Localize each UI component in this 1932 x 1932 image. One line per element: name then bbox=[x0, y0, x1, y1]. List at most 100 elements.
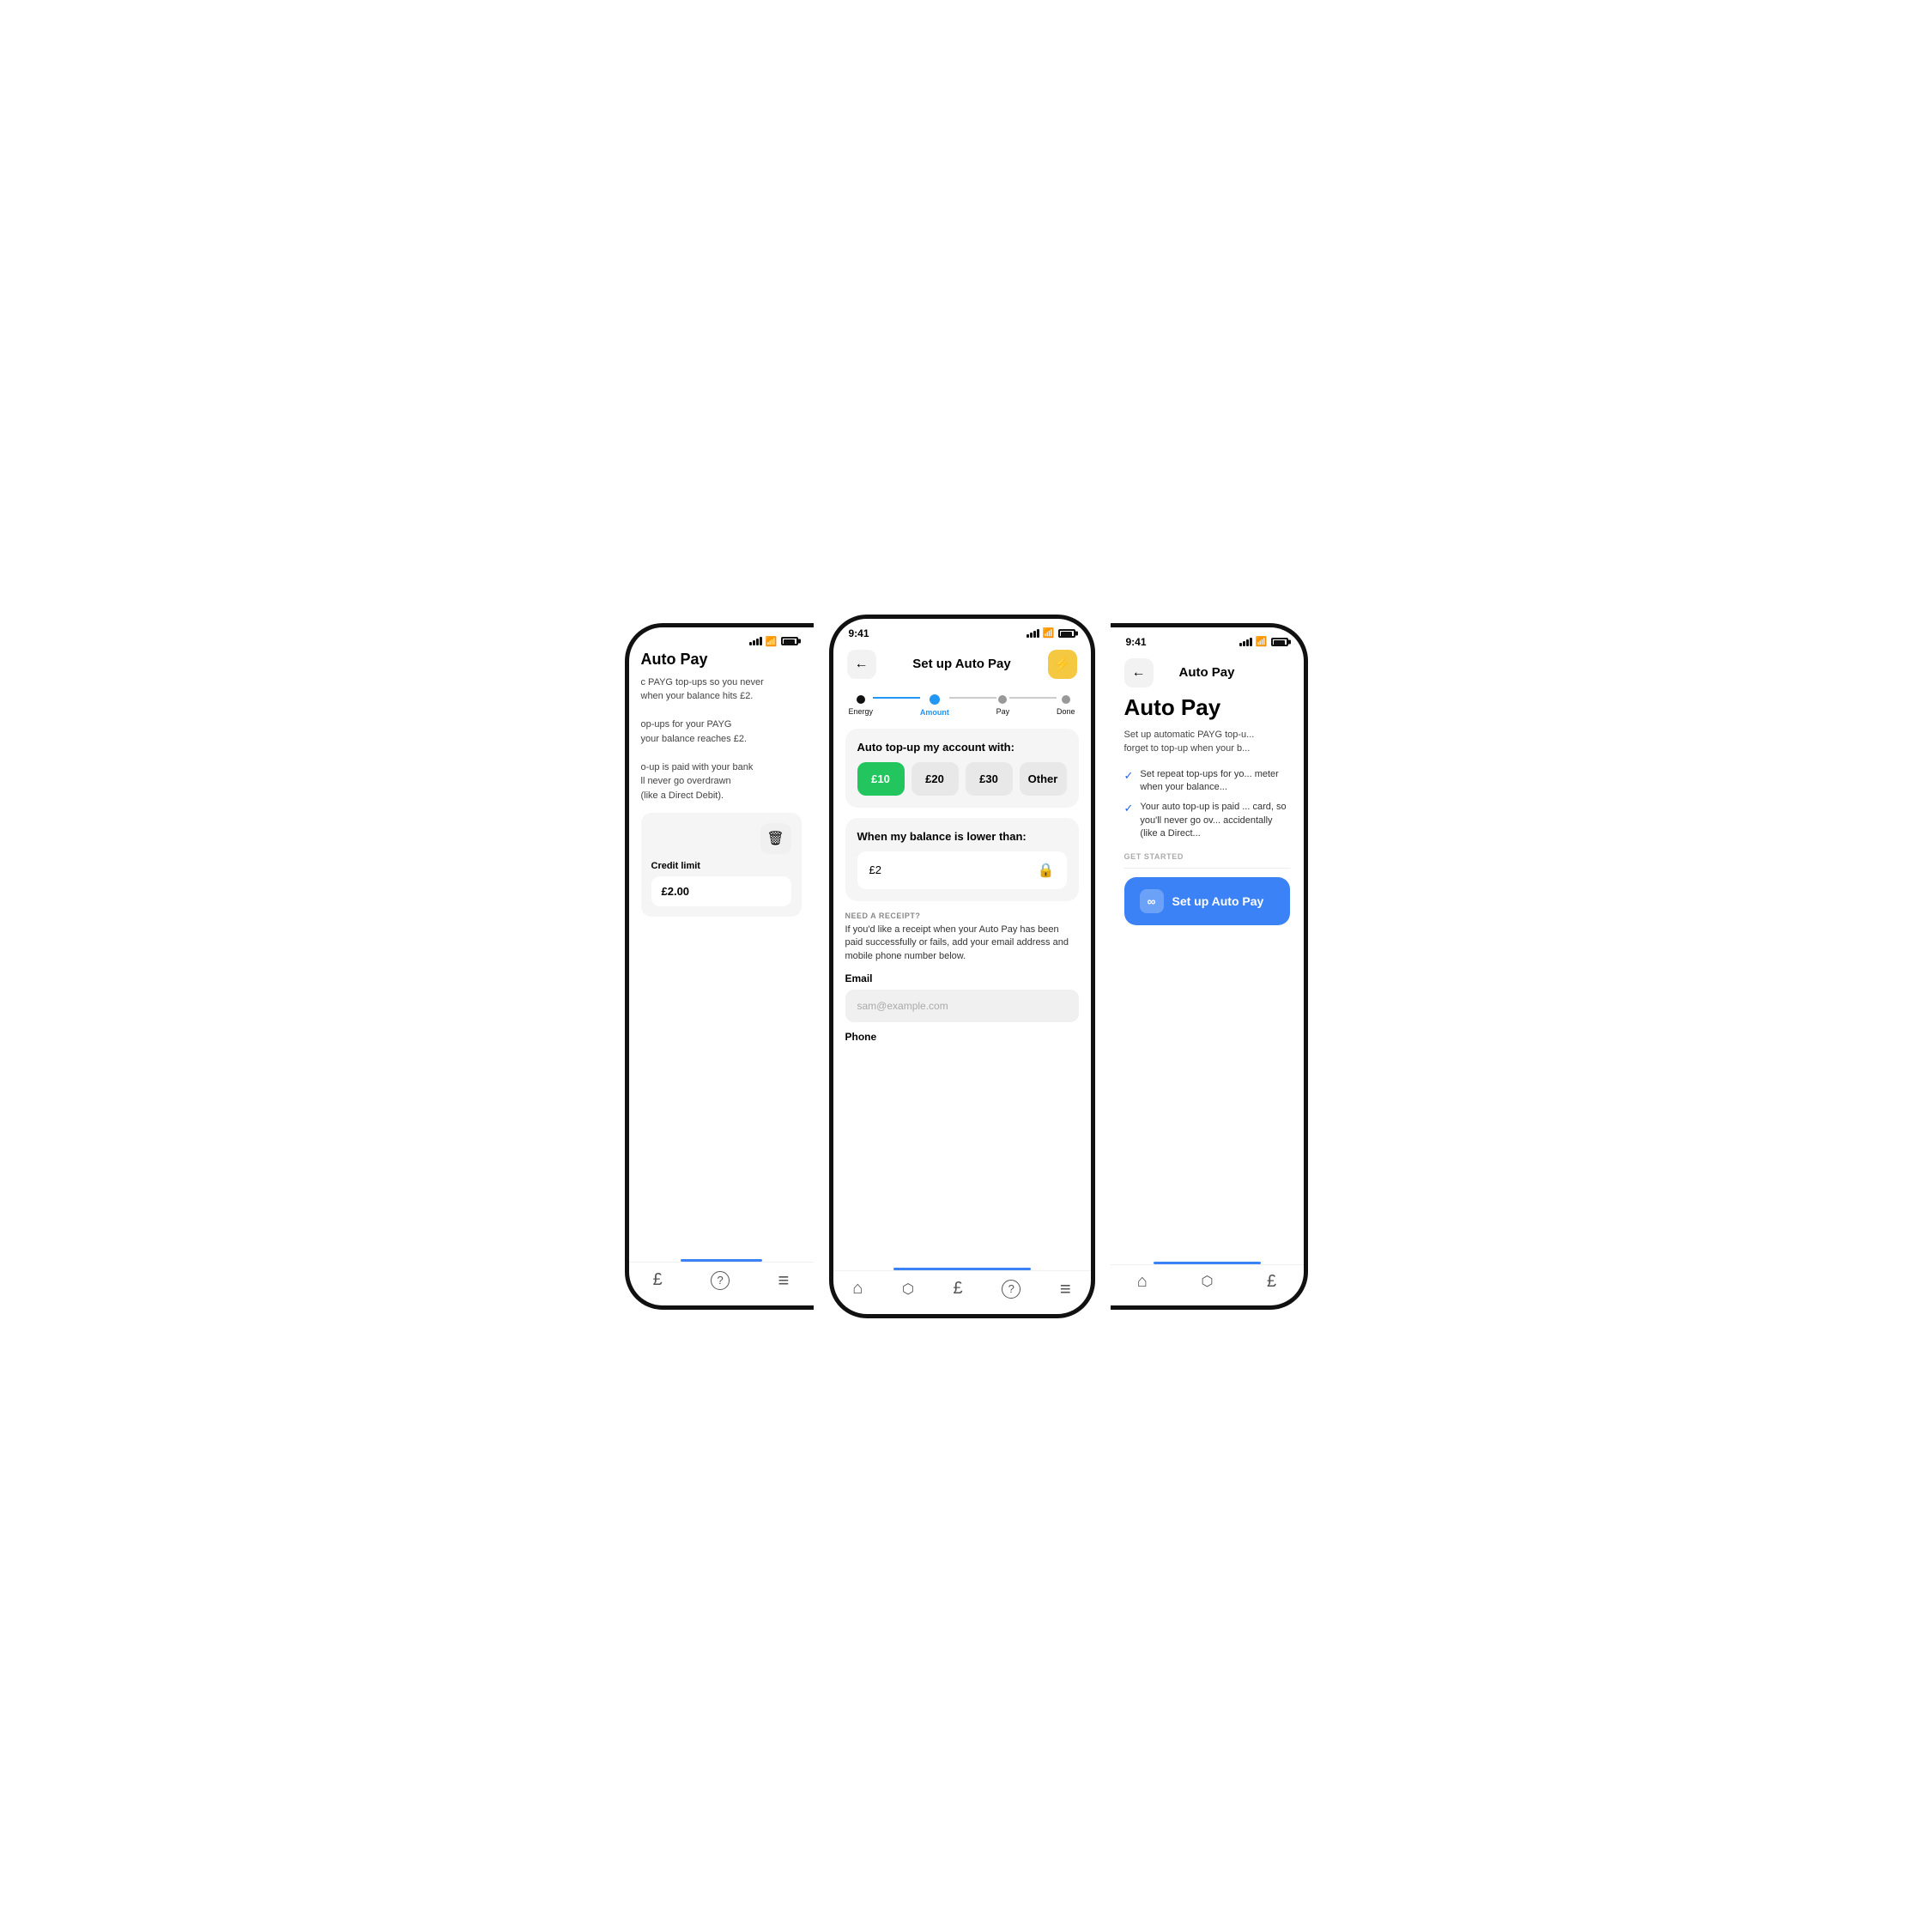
email-label: Email bbox=[845, 972, 1079, 984]
time-center: 9:41 bbox=[849, 627, 869, 639]
delete-button[interactable]: 🗑 bbox=[760, 823, 791, 854]
phone-right: 9:41 📶 ← Auto Pay Auto Pay Set up automa… bbox=[1111, 623, 1308, 1310]
divider-right bbox=[1124, 868, 1290, 869]
phone-label: Phone bbox=[845, 1031, 1079, 1043]
battery-icon-center bbox=[1058, 629, 1075, 638]
nav-pound-left[interactable]: £ bbox=[653, 1270, 663, 1290]
time-right: 9:41 bbox=[1126, 636, 1147, 648]
step-amount: Amount bbox=[920, 694, 949, 717]
receipt-label: NEED A RECEIPT? bbox=[845, 911, 1079, 920]
nav-header-center: ← Set up Auto Pay ⚡ bbox=[833, 643, 1091, 686]
wifi-icon-left: 📶 bbox=[766, 636, 778, 647]
left-description: c PAYG top-ups so you neverwhen your bal… bbox=[641, 675, 802, 803]
battery-icon-left bbox=[781, 637, 798, 645]
status-icons-right: 📶 bbox=[1239, 636, 1288, 647]
nav-network-center[interactable]: ⬡ bbox=[902, 1281, 914, 1298]
right-nav-title: Auto Pay bbox=[1178, 665, 1234, 680]
right-description: Set up automatic PAYG top-u...forget to … bbox=[1124, 728, 1290, 756]
center-nav-title: Set up Auto Pay bbox=[912, 657, 1010, 671]
left-content: Auto Pay c PAYG top-ups so you neverwhen… bbox=[629, 651, 814, 1259]
credit-limit-value: £2.00 bbox=[651, 876, 791, 906]
left-section: 🗑 Credit limit £2.00 bbox=[641, 813, 802, 917]
status-bar-right: 9:41 📶 bbox=[1111, 627, 1304, 651]
signal-icon-right bbox=[1239, 638, 1252, 646]
lightning-icon-center: ⚡ bbox=[1054, 656, 1071, 673]
nav-pound-center[interactable]: £ bbox=[954, 1279, 963, 1299]
get-started-label: GET STARTED bbox=[1124, 852, 1290, 861]
step-dot-done bbox=[1062, 695, 1070, 704]
signal-icon-left bbox=[749, 637, 762, 645]
credit-limit-label: Credit limit bbox=[651, 861, 791, 871]
status-bar-center: 9:41 📶 bbox=[833, 619, 1091, 643]
infinity-icon: ∞ bbox=[1140, 889, 1164, 913]
bottom-nav-center: ⌂ ⬡ £ ? ≡ bbox=[833, 1270, 1091, 1314]
phone-center: 9:41 📶 ← Set up Auto Pay ⚡ Energy bbox=[829, 615, 1095, 1318]
balance-title: When my balance is lower than: bbox=[857, 830, 1067, 843]
nav-menu-left[interactable]: ≡ bbox=[778, 1269, 789, 1292]
step-label-done: Done bbox=[1057, 707, 1075, 716]
email-placeholder: sam@example.com bbox=[857, 1000, 948, 1012]
step-dot-amount bbox=[930, 694, 940, 705]
balance-card: When my balance is lower than: £2 🔒 bbox=[845, 818, 1079, 901]
center-content: Auto top-up my account with: £10 £20 £30… bbox=[833, 720, 1091, 1268]
check-text-1: Set repeat top-ups for yo... meter when … bbox=[1140, 768, 1289, 795]
amount-card-title: Auto top-up my account with: bbox=[857, 741, 1067, 754]
amount-options: £10 £20 £30 Other bbox=[857, 762, 1067, 796]
receipt-description: If you'd like a receipt when your Auto P… bbox=[845, 924, 1079, 965]
step-label-amount: Amount bbox=[920, 708, 949, 717]
balance-value: £2 bbox=[869, 863, 881, 876]
step-energy: Energy bbox=[849, 695, 874, 716]
step-dot-pay bbox=[998, 695, 1007, 704]
back-button-center[interactable]: ← bbox=[847, 650, 876, 679]
check-icon-2: ✓ bbox=[1124, 801, 1134, 840]
setup-autopay-button[interactable]: ∞ Set up Auto Pay bbox=[1124, 877, 1290, 925]
lock-icon: 🔒 bbox=[1038, 862, 1055, 879]
step-label-pay: Pay bbox=[996, 707, 1010, 716]
wifi-icon-right: 📶 bbox=[1256, 636, 1268, 647]
setup-btn-label: Set up Auto Pay bbox=[1172, 894, 1264, 908]
amount-card: Auto top-up my account with: £10 £20 £30… bbox=[845, 729, 1079, 808]
back-arrow-right: ← bbox=[1132, 665, 1146, 681]
nav-home-right[interactable]: ⌂ bbox=[1137, 1272, 1148, 1292]
step-pay: Pay bbox=[996, 695, 1010, 716]
check-item-2: ✓ Your auto top-up is paid ... card, so … bbox=[1124, 801, 1290, 840]
nav-header-right: ← Auto Pay bbox=[1111, 651, 1304, 694]
check-icon-1: ✓ bbox=[1124, 768, 1134, 795]
battery-icon-right bbox=[1271, 638, 1288, 646]
nav-help-center[interactable]: ? bbox=[1002, 1280, 1021, 1299]
amount-30-button[interactable]: £30 bbox=[966, 762, 1013, 796]
phone-left: 📶 Auto Pay c PAYG top-ups so you neverwh… bbox=[625, 623, 814, 1310]
nav-home-center[interactable]: ⌂ bbox=[852, 1279, 863, 1299]
wifi-icon-center: 📶 bbox=[1043, 627, 1055, 639]
nav-pound-right[interactable]: £ bbox=[1267, 1272, 1276, 1292]
email-input[interactable]: sam@example.com bbox=[845, 990, 1079, 1022]
amount-10-button[interactable]: £10 bbox=[857, 762, 905, 796]
nav-menu-center[interactable]: ≡ bbox=[1060, 1278, 1071, 1300]
status-icons-left: 📶 bbox=[749, 636, 798, 647]
check-text-2: Your auto top-up is paid ... card, so yo… bbox=[1140, 801, 1289, 840]
nav-network-right[interactable]: ⬡ bbox=[1201, 1273, 1213, 1290]
scene: 📶 Auto Pay c PAYG top-ups so you neverwh… bbox=[580, 580, 1353, 1353]
check-item-1: ✓ Set repeat top-ups for yo... meter whe… bbox=[1124, 768, 1290, 795]
receipt-section: NEED A RECEIPT? If you'd like a receipt … bbox=[845, 911, 1079, 1044]
amount-20-button[interactable]: £20 bbox=[911, 762, 959, 796]
step-line-3 bbox=[1009, 697, 1057, 699]
right-page-title: Auto Pay bbox=[1124, 694, 1290, 721]
step-done: Done bbox=[1057, 695, 1075, 716]
step-line-2 bbox=[949, 697, 996, 699]
back-arrow-center: ← bbox=[855, 657, 869, 672]
nav-help-left[interactable]: ? bbox=[711, 1271, 730, 1290]
status-bar-left: 📶 bbox=[629, 627, 814, 651]
bottom-nav-right: ⌂ ⬡ £ bbox=[1111, 1264, 1304, 1305]
signal-icon-center bbox=[1027, 629, 1039, 638]
amount-other-button[interactable]: Other bbox=[1020, 762, 1067, 796]
check-items: ✓ Set repeat top-ups for yo... meter whe… bbox=[1124, 768, 1290, 841]
stepper: Energy Amount Pay Done bbox=[833, 686, 1091, 720]
balance-input[interactable]: £2 🔒 bbox=[857, 851, 1067, 889]
right-content: Auto Pay Set up automatic PAYG top-u...f… bbox=[1111, 694, 1304, 1262]
bottom-nav-left: £ ? ≡ bbox=[629, 1262, 814, 1305]
left-title: Auto Pay bbox=[641, 651, 802, 669]
back-button-right[interactable]: ← bbox=[1124, 658, 1154, 687]
step-line-1 bbox=[873, 697, 920, 699]
lightning-button-center[interactable]: ⚡ bbox=[1048, 650, 1077, 679]
